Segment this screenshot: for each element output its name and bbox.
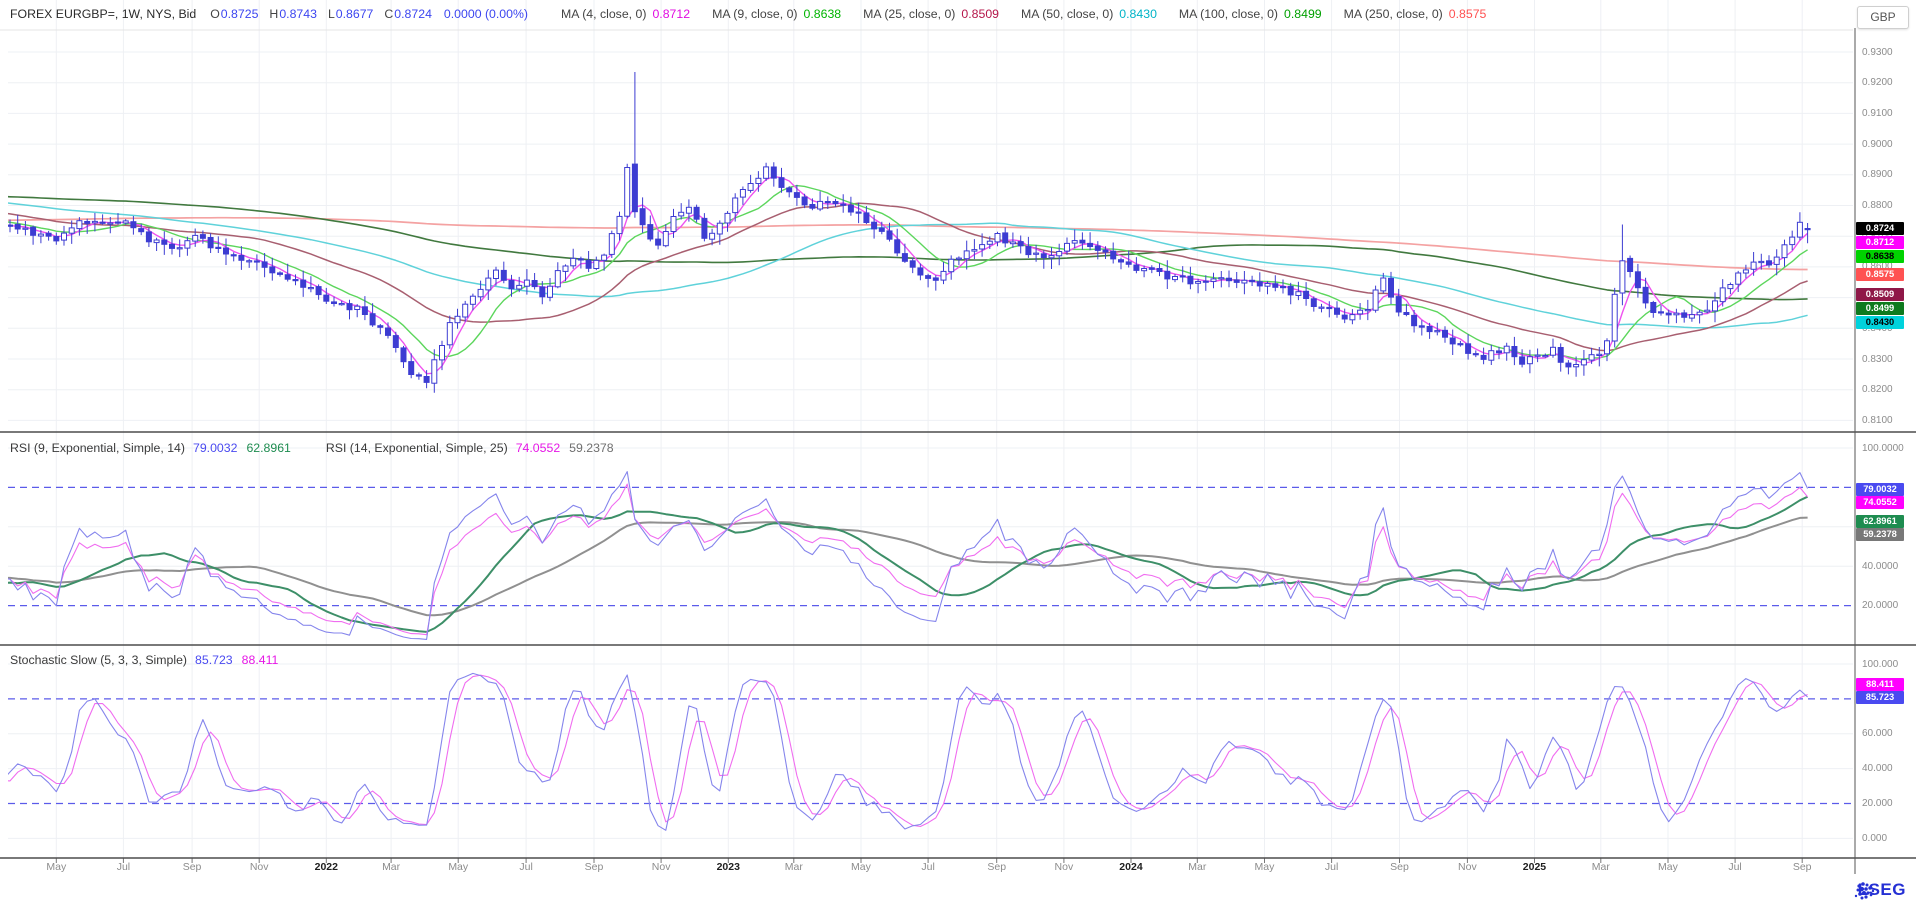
price-axis-label: 0.8200 [1862,384,1893,395]
stochastic-axis-label: 20.000 [1862,798,1893,809]
value-badge-ma100: 0.8499 [1856,302,1904,315]
stochastic-axis-label: 40.000 [1862,763,1893,774]
value-badge-rsi2: 88.411 [1856,678,1904,691]
value-badge-rsi2: 74.0552 [1856,496,1904,509]
price-axis-label: 0.8100 [1862,415,1893,426]
x-axis-month-label: Jul [1728,861,1741,873]
x-axis-year-label: 2025 [1523,861,1546,873]
x-axis-month-label: Jul [117,861,130,873]
lseg-crest-icon [1853,880,1879,902]
value-badge-ma25: 0.8509 [1856,288,1904,301]
x-axis-month-label: Jul [519,861,532,873]
legend-ma-item[interactable]: MA (4, close, 0)0.8712 [561,7,690,21]
x-axis-month-label: Mar [1592,861,1610,873]
x-axis-month-label: Sep [585,861,604,873]
currency-axis-badge[interactable]: GBP [1857,6,1909,29]
rsi-legend-value: 74.0552 [516,441,560,455]
legend-ma-item[interactable]: MA (25, close, 0)0.8509 [863,7,999,21]
value-badge-rsi2ma: 59.2378 [1856,528,1904,541]
price-axis-label: 0.9000 [1862,139,1893,150]
x-axis-month-label: Nov [652,861,671,873]
value-badge-last: 0.8724 [1856,222,1904,235]
legend-ma-item[interactable]: MA (100, close, 0)0.8499 [1179,7,1322,21]
value-badge-rsi1: 85.723 [1856,691,1904,704]
stochastic-axis-label: 60.000 [1862,728,1893,739]
price-axis-label: 0.8800 [1862,200,1893,211]
rsi-axis-label: 100.0000 [1862,443,1904,454]
main-chart-legend: FOREX EURGBP=, 1W, NYS, Bid O0.8725 H0.87… [10,7,1486,21]
x-axis-month-label: Nov [1458,861,1477,873]
x-axis-month-label: Mar [382,861,400,873]
price-axis-label: 0.8300 [1862,354,1893,365]
rsi-legend-value: 79.0032 [193,441,237,455]
price-axis-label: 0.9100 [1862,108,1893,119]
ohlc-token: O0.8725 [210,7,258,21]
x-axis-month-label: Nov [250,861,269,873]
value-badge-rsi1ma: 62.8961 [1856,515,1904,528]
chart-workspace: FOREX EURGBP=, 1W, NYS, Bid O0.8725 H0.87… [0,0,1916,905]
x-axis-month-label: Mar [1188,861,1206,873]
x-axis-month-label: May [851,861,871,873]
x-axis-month-label: Jul [921,861,934,873]
stochastic-legend-value: 88.411 [242,653,279,667]
ma-legend-items: MA (4, close, 0)0.8712 MA (9, close, 0)0.… [539,7,1486,21]
x-axis-month-label: Nov [1055,861,1074,873]
lseg-logo: LSEG [1853,880,1906,900]
legend-ma-item[interactable]: MA (250, close, 0)0.8575 [1344,7,1487,21]
stochastic-axis-label: 100.000 [1862,659,1898,670]
rsi-legend-value: 59.2378 [569,441,613,455]
ohlc-token: 0.0000 (0.00%) [443,7,528,21]
instrument-title[interactable]: FOREX EURGBP=, 1W, NYS, Bid [10,7,196,21]
price-axis-label: 0.9200 [1862,77,1893,88]
value-badge-ma9: 0.8638 [1856,250,1904,263]
value-badge-ma50: 0.8430 [1856,316,1904,329]
x-axis-year-label: 2023 [717,861,740,873]
legend-ma-item[interactable]: MA (9, close, 0)0.8638 [712,7,841,21]
stochastic-axis-label: 0.000 [1862,833,1887,844]
x-axis-month-label: Sep [1793,861,1812,873]
ohlc-token: H0.8743 [269,7,317,21]
x-axis-month-label: May [1255,861,1275,873]
stochastic-legend-value: 85.723 [195,653,233,667]
stochastic-legend: Stochastic Slow (5, 3, 3, Simple)85.7238… [10,653,287,667]
ohlc-token: L0.8677 [328,7,373,21]
value-badge-ma250: 0.8575 [1856,268,1904,281]
x-axis-month-label: May [46,861,66,873]
x-axis-year-label: 2022 [315,861,338,873]
x-axis-month-label: Jul [1325,861,1338,873]
x-axis-month-label: May [1658,861,1678,873]
price-axis-label: 0.8900 [1862,169,1893,180]
x-axis-year-label: 2024 [1119,861,1142,873]
ohlc-token: C0.8724 [384,7,432,21]
rsi-axis-label: 20.0000 [1862,600,1898,611]
ohlc-values: O0.8725 H0.8743 L0.8677 C0.8724 0.0000 (0.00… [210,7,539,21]
price-axis-label: 0.9300 [1862,47,1893,58]
stochastic-legend-item[interactable]: Stochastic Slow (5, 3, 3, Simple)85.7238… [10,653,287,667]
rsi-legend: RSI (9, Exponential, Simple, 14)79.00326… [10,441,623,455]
value-badge-ma4: 0.8712 [1856,236,1904,249]
rsi9-line [0,472,1808,640]
legend-ma-item[interactable]: MA (50, close, 0)0.8430 [1021,7,1157,21]
stochastic-k-line [0,673,1808,830]
rsi-legend-item[interactable]: RSI (9, Exponential, Simple, 14)79.00326… [10,441,300,455]
x-axis-month-label: Mar [785,861,803,873]
rsi-axis-label: 40.0000 [1862,561,1898,572]
ma-100-line [0,196,1808,299]
rsi-legend-value: 62.8961 [246,441,290,455]
x-axis-month-label: Sep [987,861,1006,873]
value-badge-rsi1: 79.0032 [1856,483,1904,496]
x-axis-month-label: Sep [1390,861,1409,873]
rsi-legend-item[interactable]: RSI (14, Exponential, Simple, 25)74.0552… [326,441,623,455]
x-axis-month-label: Sep [183,861,202,873]
x-axis-month-label: May [448,861,468,873]
